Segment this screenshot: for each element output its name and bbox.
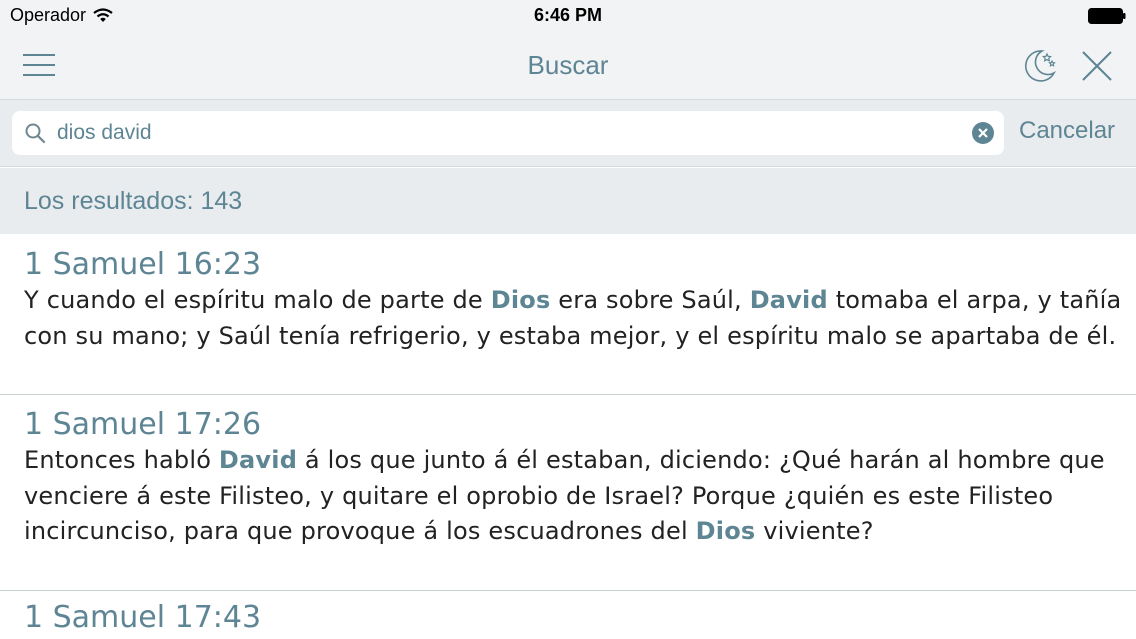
verse-text: Y cuando el espíritu malo de parte de Di… xyxy=(24,283,1124,354)
page-title: Buscar xyxy=(527,50,609,80)
highlighted-term: David xyxy=(218,446,298,474)
search-bar: Cancelar xyxy=(0,100,1136,167)
search-field-container[interactable] xyxy=(12,111,1004,155)
night-mode-icon[interactable] xyxy=(1020,45,1060,85)
status-bar: Operador 6:46 PM xyxy=(0,0,1136,30)
highlighted-term: Dios xyxy=(695,517,756,545)
clear-search-icon[interactable] xyxy=(972,122,994,144)
search-input[interactable] xyxy=(57,117,957,149)
close-icon[interactable] xyxy=(1078,47,1116,85)
highlighted-term: David xyxy=(749,286,828,314)
verse-text-segment: era sobre Saúl, xyxy=(550,286,750,314)
verse-text-segment: viviente? xyxy=(755,517,874,545)
result-item[interactable]: 1 Samuel 16:23 Y cuando el espíritu malo… xyxy=(0,234,1136,395)
search-icon xyxy=(25,123,46,144)
verse-text-segment: Entonces habló xyxy=(24,446,219,474)
highlighted-term: Dios xyxy=(490,286,551,314)
navigation-bar: Buscar xyxy=(0,30,1136,100)
search-results-list: 1 Samuel 16:23 Y cuando el espíritu malo… xyxy=(0,234,1136,639)
results-count: Los resultados: 143 xyxy=(24,187,243,215)
clock: 6:46 PM xyxy=(533,5,603,25)
verse-reference: 1 Samuel 16:23 xyxy=(24,247,262,282)
results-count-header: Los resultados: 143 xyxy=(0,168,1136,234)
battery-icon xyxy=(1088,8,1126,24)
verse-reference: 1 Samuel 17:43 xyxy=(24,600,262,635)
result-item[interactable]: 1 Samuel 17:26 Entonces habló David á lo… xyxy=(0,395,1136,591)
verse-reference: 1 Samuel 17:26 xyxy=(24,407,262,442)
result-item[interactable]: 1 Samuel 17:43 xyxy=(0,591,1136,639)
cancel-button[interactable]: Cancelar xyxy=(1019,117,1115,145)
verse-text: Entonces habló David á los que junto á é… xyxy=(24,443,1124,550)
verse-text-segment: Y cuando el espíritu malo de parte de xyxy=(24,286,491,314)
menu-icon[interactable] xyxy=(22,52,56,78)
